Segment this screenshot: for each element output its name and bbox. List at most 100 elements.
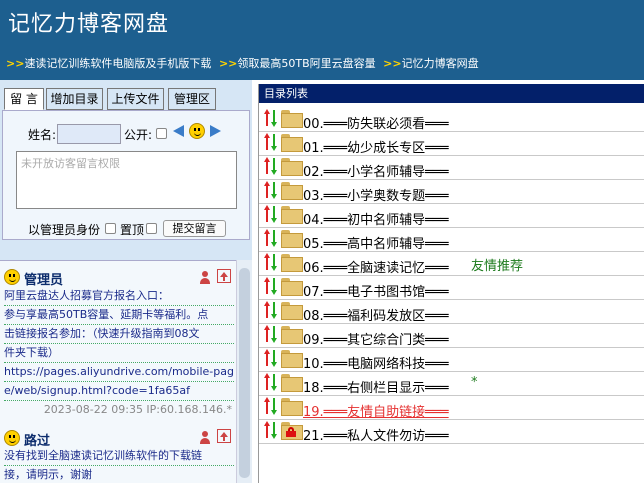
directory-row[interactable]: 00.═══防失联必须看═══ (259, 108, 644, 132)
prev-emoji-icon[interactable] (173, 125, 184, 137)
move-up-icon[interactable] (264, 181, 270, 199)
move-up-icon[interactable] (264, 421, 270, 439)
post-line: 阿里云盘达人招募官方报名入口： (4, 287, 234, 306)
sort-arrows-icon[interactable] (264, 373, 278, 391)
directory-link[interactable]: 10.═══电脑网络科技═══ (303, 353, 449, 372)
directory-link[interactable]: 04.═══初中名师辅导═══ (303, 209, 449, 228)
post-body: 阿里云盘达人招募官方报名入口： 参与享最高50TB容量、延期卡等福利。点 击链接… (4, 287, 234, 401)
move-up-icon[interactable] (264, 397, 270, 415)
post-link-line[interactable]: https://pages.aliyundrive.com/mobile-pag (4, 363, 234, 382)
directory-row[interactable]: 18.═══右侧栏目显示═══ * (259, 372, 644, 396)
directory-link[interactable]: 18.═══右侧栏目显示═══ (303, 377, 449, 396)
directory-link[interactable]: 08.═══福利码发放区═══ (303, 305, 449, 324)
sort-arrows-icon[interactable] (264, 421, 278, 439)
directory-row[interactable]: 09.═══其它综合门类═══ (259, 324, 644, 348)
top-nav: >>速读记忆训练软件电脑版及手机版下载 >>领取最高50TB阿里云盘容量 >>记… (6, 55, 483, 71)
directory-row[interactable]: 05.═══高中名师辅导═══ (259, 228, 644, 252)
directory-row[interactable]: 07.═══电子书图书馆═══ (259, 276, 644, 300)
directory-link[interactable]: 03.═══小学奥数专题═══ (303, 185, 449, 204)
move-down-icon[interactable] (271, 373, 277, 391)
sort-arrows-icon[interactable] (264, 397, 278, 415)
move-down-icon[interactable] (271, 229, 277, 247)
sort-arrows-icon[interactable] (264, 301, 278, 319)
directory-row[interactable]: 21.═══私人文件勿访═══ (259, 420, 644, 444)
nav-link-netdisk[interactable]: 记忆力博客网盘 (402, 57, 479, 70)
user-icon[interactable] (199, 431, 211, 445)
move-down-icon[interactable] (271, 421, 277, 439)
tab-message[interactable]: 留 言 (4, 88, 44, 110)
submit-message-button[interactable]: 提交留言 (163, 220, 226, 237)
post-link-line[interactable]: e/web/signup.html?code=1fa65af (4, 382, 234, 401)
directory-link[interactable]: 00.═══防失联必须看═══ (303, 113, 449, 132)
move-down-icon[interactable] (271, 133, 277, 151)
scrollbar-thumb[interactable] (239, 268, 250, 478)
directory-row[interactable]: 10.═══电脑网络科技═══ (259, 348, 644, 372)
directory-link[interactable]: 09.═══其它综合门类═══ (303, 329, 449, 348)
sort-arrows-icon[interactable] (264, 277, 278, 295)
pin-top-icon[interactable] (217, 429, 231, 443)
directory-link[interactable]: 01.═══幼少成长专区═══ (303, 137, 449, 156)
move-up-icon[interactable] (264, 349, 270, 367)
nav-link-aliyun[interactable]: 领取最高50TB阿里云盘容量 (237, 57, 375, 70)
move-up-icon[interactable] (264, 205, 270, 223)
move-up-icon[interactable] (264, 277, 270, 295)
move-up-icon[interactable] (264, 133, 270, 151)
pin-label: 置顶 (120, 223, 145, 237)
move-up-icon[interactable] (264, 325, 270, 343)
move-down-icon[interactable] (271, 157, 277, 175)
directory-link[interactable]: 19.═══友情自助链接═══ (303, 401, 449, 420)
move-up-icon[interactable] (264, 301, 270, 319)
pin-checkbox[interactable] (146, 223, 157, 234)
user-icon[interactable] (199, 271, 211, 285)
directory-row[interactable]: 19.═══友情自助链接═══ (259, 396, 644, 420)
move-up-icon[interactable] (264, 229, 270, 247)
sort-arrows-icon[interactable] (264, 157, 278, 175)
name-label: 姓名: (28, 128, 57, 142)
directory-row[interactable]: 02.═══小学名师辅导═══ (259, 156, 644, 180)
sort-arrows-icon[interactable] (264, 133, 278, 151)
smiley-face-icon[interactable] (189, 123, 205, 139)
tab-upload-file[interactable]: 上传文件 (107, 88, 164, 110)
name-input[interactable] (57, 124, 121, 144)
sort-arrows-icon[interactable] (264, 325, 278, 343)
sort-arrows-icon[interactable] (264, 253, 278, 271)
directory-row[interactable]: 03.═══小学奥数专题═══ (259, 180, 644, 204)
move-up-icon[interactable] (264, 157, 270, 175)
move-down-icon[interactable] (271, 205, 277, 223)
directory-link[interactable]: 07.═══电子书图书馆═══ (303, 281, 449, 300)
admin-identity-checkbox[interactable] (105, 223, 116, 234)
message-scrollbar[interactable] (236, 260, 252, 483)
move-down-icon[interactable] (271, 397, 277, 415)
directory-row[interactable]: 01.═══幼少成长专区═══ (259, 132, 644, 156)
directory-link[interactable]: 06.═══全脑速读记忆═══ (303, 257, 449, 276)
directory-link[interactable]: 05.═══高中名师辅导═══ (303, 233, 449, 252)
sort-arrows-icon[interactable] (264, 205, 278, 223)
sort-arrows-icon[interactable] (264, 229, 278, 247)
move-down-icon[interactable] (271, 349, 277, 367)
directory-row[interactable]: 06.═══全脑速读记忆═══ 友情推荐 (259, 252, 644, 276)
pin-top-icon[interactable] (217, 269, 231, 283)
move-up-icon[interactable] (264, 253, 270, 271)
sort-arrows-icon[interactable] (264, 181, 278, 199)
move-down-icon[interactable] (271, 277, 277, 295)
folder-icon (281, 278, 303, 296)
directory-row[interactable]: 04.═══初中名师辅导═══ (259, 204, 644, 228)
directory-link[interactable]: 02.═══小学名师辅导═══ (303, 161, 449, 180)
move-up-icon[interactable] (264, 109, 270, 127)
directory-row[interactable]: 08.═══福利码发放区═══ (259, 300, 644, 324)
move-down-icon[interactable] (271, 109, 277, 127)
directory-link[interactable]: 21.═══私人文件勿访═══ (303, 425, 449, 444)
tab-add-directory[interactable]: 增加目录 (46, 88, 103, 110)
sort-arrows-icon[interactable] (264, 349, 278, 367)
move-down-icon[interactable] (271, 181, 277, 199)
move-down-icon[interactable] (271, 301, 277, 319)
next-emoji-icon[interactable] (210, 125, 221, 137)
move-down-icon[interactable] (271, 325, 277, 343)
sort-arrows-icon[interactable] (264, 109, 278, 127)
tab-admin[interactable]: 管理区 (168, 88, 216, 110)
public-checkbox[interactable] (156, 128, 167, 139)
move-up-icon[interactable] (264, 373, 270, 391)
move-down-icon[interactable] (271, 253, 277, 271)
message-textarea[interactable]: 未开放访客留言权限 (16, 151, 237, 209)
nav-link-software[interactable]: 速读记忆训练软件电脑版及手机版下载 (24, 57, 211, 70)
